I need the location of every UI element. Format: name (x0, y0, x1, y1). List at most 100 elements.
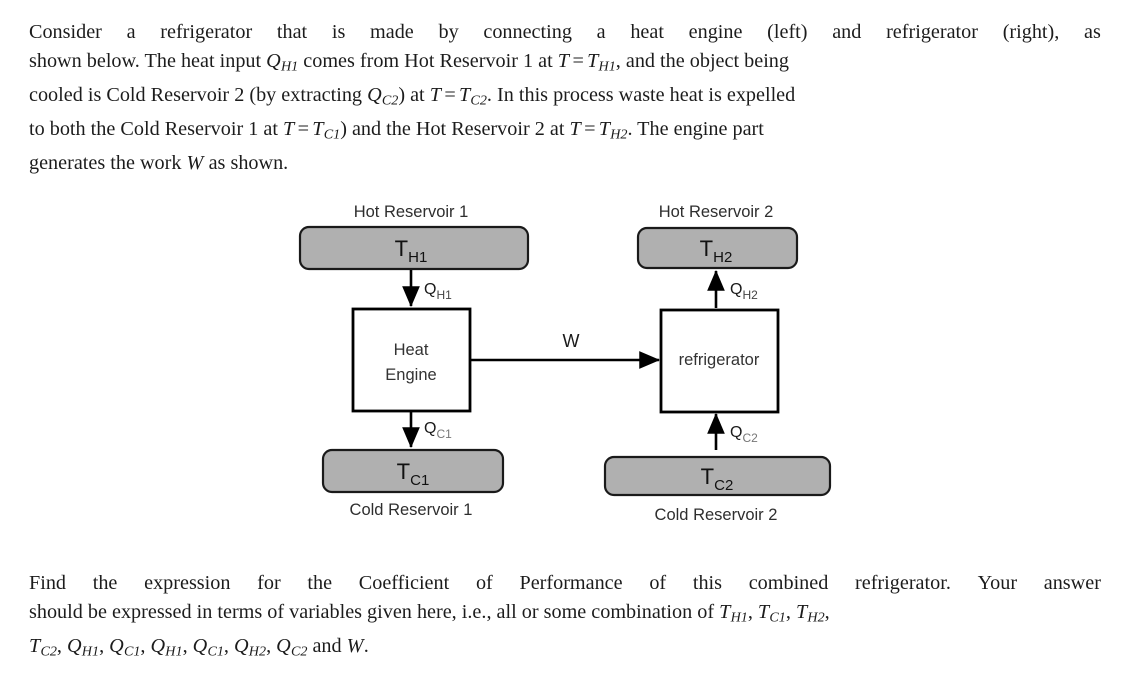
cold-reservoir-2-caption: Cold Reservoir 2 (655, 506, 778, 524)
word: refrigerator. (855, 572, 951, 594)
math-t-c2: TC2 (458, 83, 487, 109)
flow-label-q-h1: QH1 (424, 281, 452, 302)
word: by (438, 21, 459, 43)
question-line-3: TC2, QH1, QC1, QH1, QC1, QH2, QC2 and W. (29, 632, 1101, 666)
comma: , (747, 600, 753, 623)
period: . (363, 634, 369, 657)
text-run: as shown. (208, 152, 289, 175)
math-q-h1-repeat: QH1 (150, 634, 183, 660)
word: this (692, 572, 723, 594)
math-t-c1: TC1 (757, 600, 786, 626)
text-run: should be expressed in terms of variable… (29, 600, 715, 623)
math-t: T (429, 83, 442, 106)
math-q-h1: QH1 (67, 634, 100, 660)
word: a (596, 21, 606, 43)
text-run: ) at (398, 83, 425, 106)
text-run: generates the work (29, 152, 182, 175)
comma: , (824, 600, 830, 623)
word: is (331, 21, 346, 43)
math-equals: = (584, 118, 596, 141)
flow-label-q-c2: QC2 (730, 424, 758, 445)
math-t-h1: TH1 (587, 49, 616, 75)
math-q-c1: QC1 (109, 634, 141, 660)
text-run: to both the Cold Reservoir 1 at (29, 118, 278, 141)
math-equals: = (444, 83, 456, 106)
math-q-h2: QH2 (234, 634, 267, 660)
text-run: and (312, 634, 342, 657)
refrigerator-label: refrigerator (679, 351, 760, 369)
intro-line-1: Consider a refrigerator that is made by … (29, 18, 1101, 47)
word: refrigerator (160, 21, 253, 43)
word: as (1084, 21, 1101, 43)
word: expression (144, 572, 231, 594)
math-t-c1: TC1 (312, 118, 341, 143)
text-run: cooled is Cold Reservoir 2 (by extractin… (29, 83, 363, 106)
math-t-h2: TH2 (598, 118, 628, 143)
word: the (92, 572, 118, 594)
word: Find (29, 572, 67, 594)
word: and (832, 21, 862, 43)
math-w: W (346, 634, 364, 657)
heat-engine-label-line2: Engine (385, 366, 436, 384)
word: the (307, 572, 333, 594)
word: for (257, 572, 281, 594)
question-line-2: should be expressed in terms of variable… (29, 598, 1101, 632)
math-equals: = (297, 118, 310, 141)
word: (right), (1002, 21, 1060, 43)
flow-label-work: W (563, 331, 580, 351)
text-run: , and the object being (615, 49, 789, 72)
thermodynamic-cycle-diagram: Hot Reservoir 1 TH1 QH1 Heat Engine QC1 … (0, 190, 1129, 540)
text-run: . The engine part (627, 118, 764, 141)
math-q-c2: QC2 (276, 634, 308, 660)
question-paragraph: Find the expression for the Coefficient … (29, 569, 1101, 666)
hot-reservoir-2-caption: Hot Reservoir 2 (659, 203, 774, 221)
math-w: W (186, 152, 204, 175)
cold-reservoir-1-caption: Cold Reservoir 1 (350, 501, 473, 519)
text-run: . In this process waste heat is expelled (486, 83, 796, 106)
math-t-c2: TC2 (29, 634, 57, 660)
comma: , (99, 634, 105, 657)
intro-paragraph: Consider a refrigerator that is made by … (29, 18, 1101, 178)
word: engine (688, 21, 743, 43)
hot-reservoir-1-caption: Hot Reservoir 1 (354, 203, 469, 221)
text-run: ) and the Hot Reservoir 2 at (340, 118, 565, 141)
math-q-c2: QC2 (367, 83, 399, 109)
comma: , (266, 634, 272, 657)
word: Your (977, 572, 1018, 594)
math-q-h1: QH1 (266, 49, 299, 75)
word: combined (748, 572, 829, 594)
word: refrigerator (886, 21, 978, 43)
comma: , (56, 634, 62, 657)
intro-line-4: to both the Cold Reservoir 1 at T = TC1) a… (29, 115, 1101, 149)
math-t-h1: TH1 (719, 600, 748, 626)
math-t: T (569, 118, 581, 141)
comma: , (140, 634, 146, 657)
intro-line-2: shown below. The heat input QH1 comes fr… (29, 47, 1101, 81)
math-t-h2: TH2 (795, 600, 825, 626)
comma: , (223, 634, 229, 657)
word: made (370, 21, 414, 43)
flow-label-q-c1: QC1 (424, 420, 452, 441)
word: that (276, 21, 308, 43)
word: of (475, 572, 493, 594)
text-run: comes from Hot Reservoir 1 at (303, 49, 553, 72)
math-equals: = (572, 49, 584, 72)
word: Consider (29, 21, 102, 43)
word: heat (630, 21, 664, 43)
word: (left) (767, 21, 808, 43)
intro-line-5: generates the work W as shown. (29, 149, 1101, 178)
word: connecting (483, 21, 572, 43)
word: answer (1043, 572, 1101, 594)
intro-line-3: cooled is Cold Reservoir 2 (by extractin… (29, 81, 1101, 115)
word: a (126, 21, 136, 43)
word: of (649, 572, 667, 594)
text-run: shown below. The heat input (29, 49, 262, 72)
flow-label-q-h2: QH2 (730, 281, 758, 302)
heat-engine-box (351, 307, 472, 413)
question-line-1: Find the expression for the Coefficient … (29, 569, 1101, 598)
comma: , (182, 634, 188, 657)
math-t: T (283, 118, 295, 141)
heat-engine-label-line1: Heat (394, 341, 429, 359)
comma: , (785, 600, 791, 623)
math-t: T (557, 49, 570, 72)
